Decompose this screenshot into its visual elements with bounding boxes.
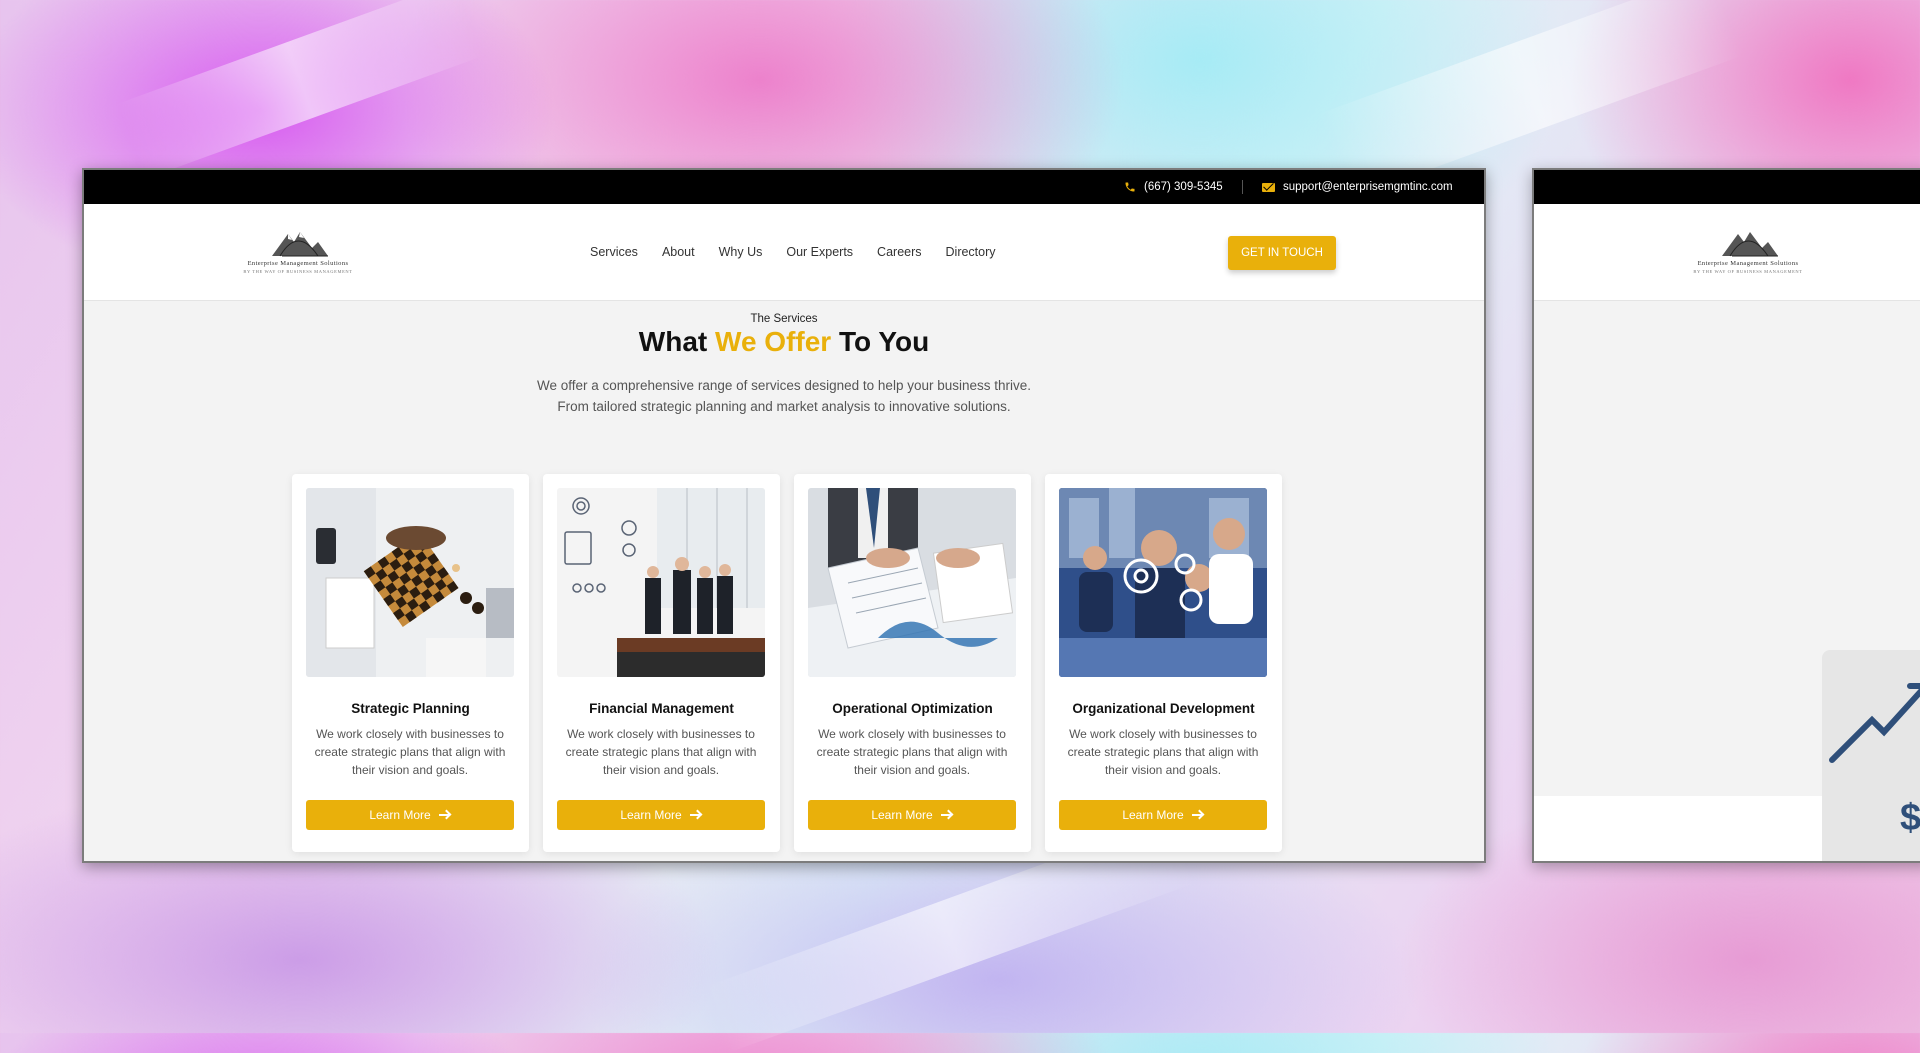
logo-tagline: BY THE WAY OF BUSINESS MANAGEMENT [1693, 269, 1803, 274]
heading-post: To You [831, 326, 930, 357]
site-header: Enterprise Management Solutions BY THE W… [1534, 204, 1920, 301]
arrow-right-icon [438, 810, 451, 820]
phone-number: (667) 309-5345 [1144, 181, 1223, 193]
nav-item-services[interactable]: Services [590, 245, 638, 259]
card-title: Financial Management [589, 701, 734, 716]
mail-icon [1262, 182, 1275, 192]
email-contact[interactable]: support@enterprisemgmtinc.com [1262, 170, 1453, 204]
company-logo: Enterprise Management Solutions BY THE W… [1682, 226, 1814, 282]
services-section: The Services What We Offer To You We off… [84, 301, 1484, 861]
main-navigation: Services About Why Us Our Experts Career… [590, 204, 1020, 300]
get-in-touch-button[interactable]: GET IN TOUCH [1228, 236, 1336, 270]
background-streak [117, 0, 483, 180]
section-intro: We offer a comprehensive range of servic… [84, 375, 1484, 417]
arrow-right-icon [940, 810, 953, 820]
heading-highlight: We Offer [715, 326, 832, 357]
learn-more-button[interactable]: Learn More [808, 800, 1016, 830]
service-card-operational-optimization: Operational Optimization We work closely… [794, 474, 1031, 852]
logo-name: Enterprise Management Solutions [247, 260, 349, 267]
topbar-divider [1242, 180, 1243, 194]
website-preview-window: (667) 309-5345 support@enterprisemgmtinc… [82, 168, 1486, 863]
card-title: Operational Optimization [832, 701, 993, 716]
card-title: Organizational Development [1072, 701, 1255, 716]
arrow-right-icon [1191, 810, 1204, 820]
company-logo[interactable]: Enterprise Management Solutions BY THE W… [232, 226, 364, 282]
learn-more-button[interactable]: Learn More [557, 800, 765, 830]
section-eyebrow: The Services [750, 313, 818, 325]
nav-item-directory[interactable]: Directory [946, 245, 996, 259]
mountain-logo-icon [272, 232, 328, 257]
card-description: We work closely with businesses to creat… [314, 727, 506, 777]
site-header: Enterprise Management Solutions BY THE W… [84, 204, 1484, 301]
service-card-organizational-development: Organizational Development We work close… [1045, 474, 1282, 852]
logo-name: Enterprise Management Solutions [1697, 260, 1799, 267]
button-label: Learn More [871, 808, 933, 822]
phone-contact[interactable]: (667) 309-5345 [1124, 170, 1223, 204]
logo-tagline: BY THE WAY OF BUSINESS MANAGEMENT [243, 269, 353, 274]
mountain-logo-icon [1722, 232, 1778, 257]
chess-strategy-image [306, 488, 514, 677]
growth-chart-graphic: $ [1822, 650, 1920, 861]
learn-more-button[interactable]: Learn More [1059, 800, 1267, 830]
nav-item-why-us[interactable]: Why Us [719, 245, 763, 259]
card-description: We work closely with businesses to creat… [1067, 727, 1259, 777]
card-title: Strategic Planning [351, 701, 470, 716]
phone-icon [1124, 181, 1136, 193]
nav-item-our-experts[interactable]: Our Experts [786, 245, 853, 259]
intro-line-2: From tailored strategic planning and mar… [557, 399, 1011, 414]
boardroom-meeting-image [557, 488, 765, 677]
button-label: Learn More [369, 808, 431, 822]
contact-topbar [1534, 170, 1920, 204]
heading-pre: What [638, 326, 716, 357]
section-heading: What We Offer To You [84, 326, 1484, 358]
card-description: We work closely with businesses to creat… [565, 727, 757, 777]
secondary-preview-window: Enterprise Management Solutions BY THE W… [1532, 168, 1920, 863]
nav-item-about[interactable]: About [662, 245, 695, 259]
team-collaboration-image [1059, 488, 1267, 677]
contact-topbar: (667) 309-5345 support@enterprisemgmtinc… [84, 170, 1484, 204]
nav-item-careers[interactable]: Careers [877, 245, 921, 259]
service-cards: Strategic Planning We work closely with … [292, 474, 1282, 852]
button-label: Learn More [1122, 808, 1184, 822]
service-card-financial-management: Financial Management We work closely wit… [543, 474, 780, 852]
email-address: support@enterprisemgmtinc.com [1283, 181, 1453, 193]
intro-line-1: We offer a comprehensive range of servic… [536, 378, 1032, 393]
card-description: We work closely with businesses to creat… [816, 727, 1008, 777]
button-label: Learn More [620, 808, 682, 822]
service-card-strategic-planning: Strategic Planning We work closely with … [292, 474, 529, 852]
dollar-sign-icon: $ [1900, 797, 1920, 839]
learn-more-button[interactable]: Learn More [306, 800, 514, 830]
financial-analysis-image [808, 488, 1016, 677]
arrow-right-icon [689, 810, 702, 820]
